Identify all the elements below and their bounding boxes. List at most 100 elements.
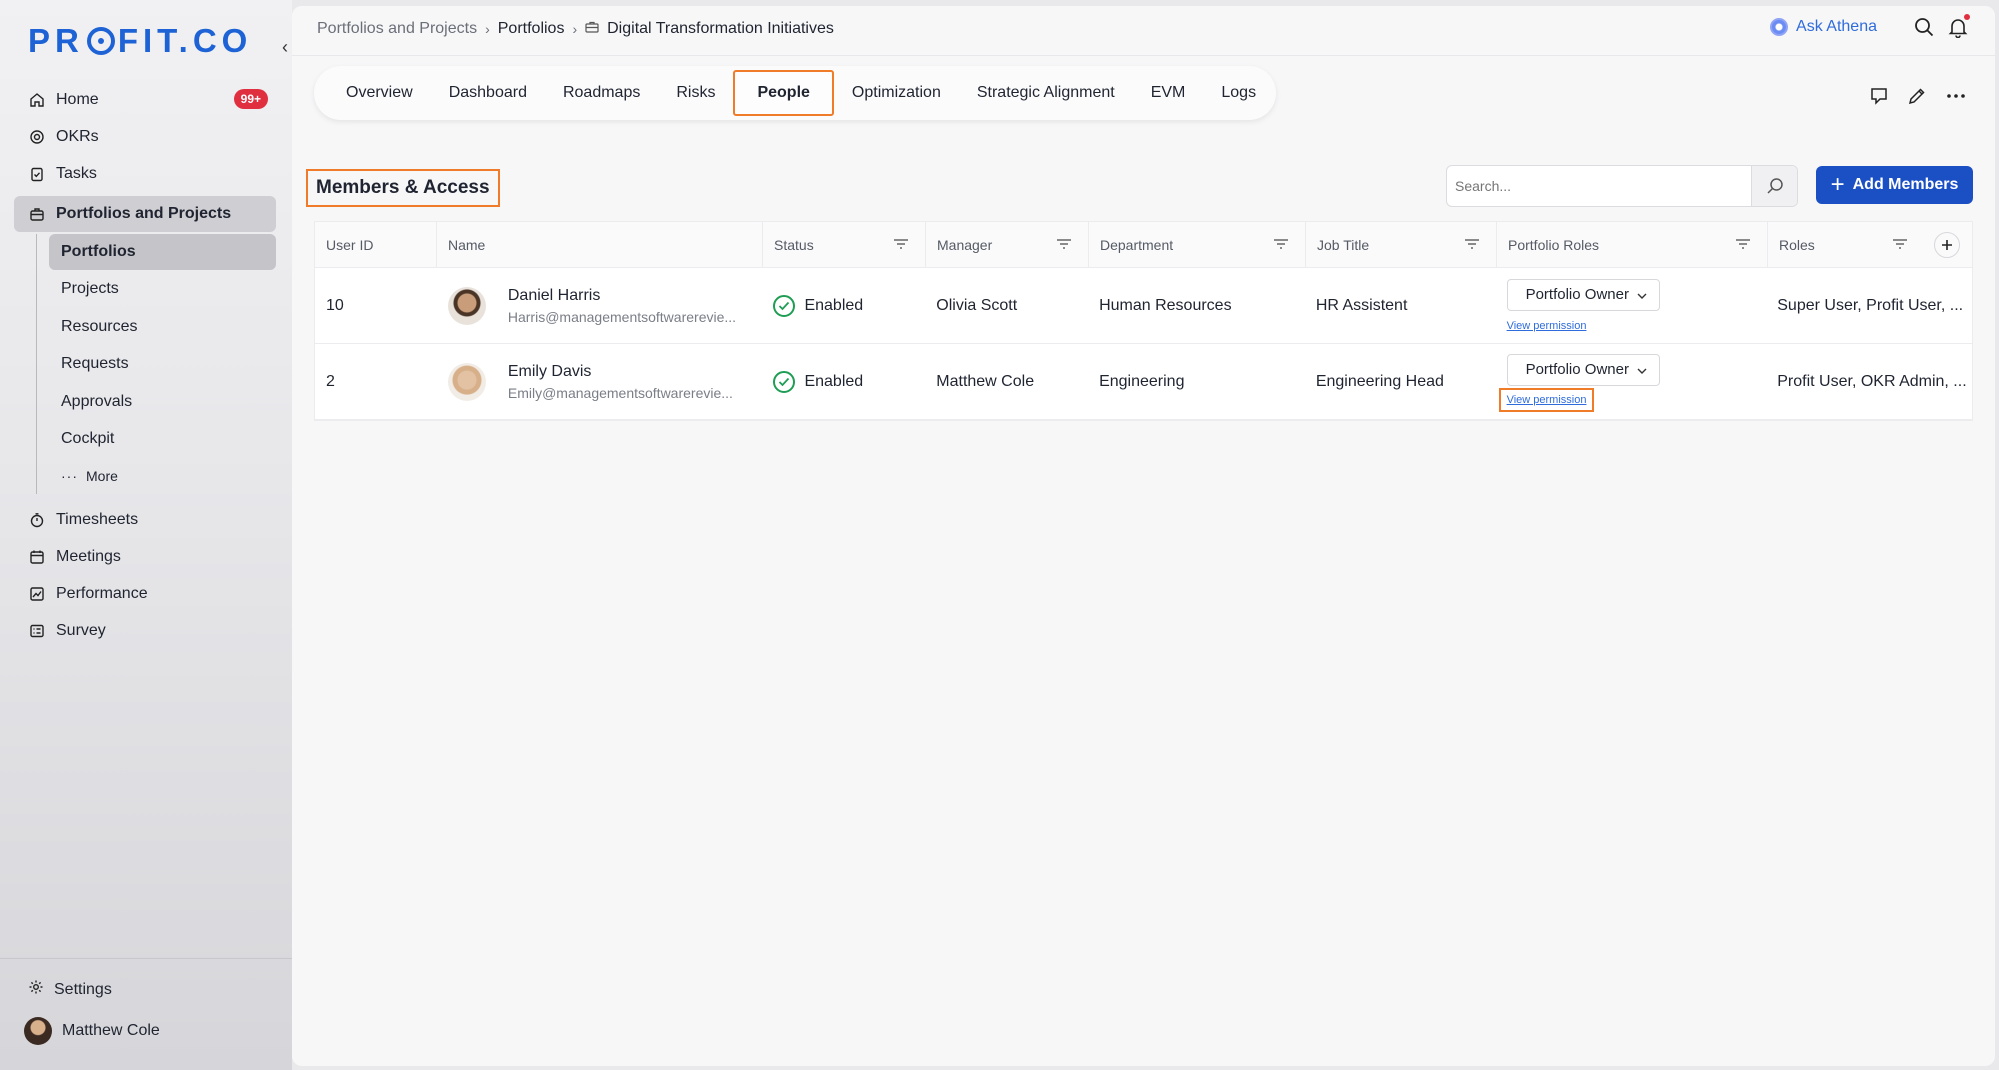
roles-cell: Profit User, OKR Admin, ...: [1777, 372, 1967, 390]
column-header-user-id[interactable]: User ID: [315, 222, 437, 267]
filter-icon[interactable]: [1056, 237, 1072, 253]
search-icon[interactable]: [1913, 16, 1935, 38]
filter-icon[interactable]: [1892, 237, 1908, 253]
sidebar-subitem-portfolios[interactable]: Portfolios: [49, 234, 276, 270]
tab-evm[interactable]: EVM: [1133, 70, 1204, 116]
department-cell: Engineering: [1099, 372, 1185, 390]
column-label: Job Title: [1317, 236, 1370, 253]
members-access-title: Members & Access: [306, 169, 500, 207]
stopwatch-icon: [28, 511, 46, 529]
sidebar-subitem-requests[interactable]: Requests: [49, 346, 276, 382]
user-id-cell: 10: [326, 296, 344, 314]
search-icon: [1766, 178, 1783, 194]
add-members-label: Add Members: [1852, 176, 1959, 193]
tab-actions: [1853, 86, 1967, 108]
sidebar-item-home[interactable]: Home 99+: [14, 82, 276, 118]
profitco-logo[interactable]: PR FIT.CO: [28, 22, 253, 59]
column-header-status[interactable]: Status: [763, 222, 926, 267]
tab-overview[interactable]: Overview: [328, 70, 431, 116]
member-name: Daniel Harris: [507, 286, 601, 304]
notification-dot: [1964, 14, 1970, 20]
breadcrumb-separator-icon: ›: [485, 21, 490, 37]
plus-icon: +: [1830, 171, 1845, 198]
sidebar-item-survey[interactable]: Survey: [14, 613, 276, 649]
member-name: Emily Davis: [507, 362, 592, 380]
members-table: User ID Name Status Manager Department J…: [314, 221, 1973, 421]
status-text: Enabled: [804, 372, 864, 390]
tab-logs[interactable]: Logs: [1203, 70, 1274, 116]
view-permission-link[interactable]: View permission: [1498, 387, 1595, 412]
column-header-manager[interactable]: Manager: [926, 222, 1089, 267]
column-header-portfolio-roles[interactable]: Portfolio Roles: [1497, 222, 1768, 267]
view-permission-link[interactable]: View permission: [1507, 317, 1587, 335]
filter-icon[interactable]: [1464, 237, 1480, 253]
breadcrumb-portfolios[interactable]: Portfolios: [498, 20, 565, 38]
ask-athena-button[interactable]: Ask Athena: [1770, 18, 1877, 36]
roles-cell: Super User, Profit User, ...: [1777, 296, 1964, 314]
tab-dashboard[interactable]: Dashboard: [431, 70, 545, 116]
column-header-department[interactable]: Department: [1089, 222, 1306, 267]
column-header-job-title[interactable]: Job Title: [1306, 222, 1497, 267]
check-circle-icon: [773, 370, 796, 393]
tab-roadmaps[interactable]: Roadmaps: [545, 70, 658, 116]
tab-bar: Overview Dashboard Roadmaps Risks People…: [314, 66, 1276, 120]
column-header-name[interactable]: Name: [437, 222, 763, 267]
table-row[interactable]: 10 Daniel Harris Harris@managementsoftwa…: [315, 268, 1972, 344]
sidebar-subitem-projects[interactable]: Projects: [49, 271, 276, 307]
breadcrumb-portfolios-and-projects[interactable]: Portfolios and Projects: [317, 20, 477, 38]
main-content: Portfolios and Projects › Portfolios › D…: [292, 6, 1995, 1066]
user-name: Matthew Cole: [62, 1022, 160, 1039]
column-header-roles[interactable]: Roles: [1768, 222, 1968, 267]
sidebar-item-label: Survey: [56, 622, 106, 639]
sidebar-subitem-more[interactable]: ··· More: [49, 458, 276, 494]
sidebar-subitem-approvals[interactable]: Approvals: [49, 384, 276, 420]
collapse-sidebar-icon[interactable]: ‹: [282, 37, 288, 58]
tab-people[interactable]: People: [733, 70, 834, 116]
column-label: User ID: [326, 236, 374, 253]
manager-cell: Olivia Scott: [936, 296, 1018, 314]
briefcase-icon: [28, 205, 46, 223]
member-email: Harris@managementsoftwarerevie...: [507, 308, 737, 325]
sidebar-item-label: Portfolios and Projects: [56, 205, 232, 222]
name-cell: Emily Davis Emily@managementsoftwarerevi…: [437, 344, 763, 419]
sidebar-item-performance[interactable]: Performance: [14, 576, 276, 612]
sidebar-item-label: Timesheets: [56, 511, 139, 528]
portfolio-role-dropdown[interactable]: Portfolio Owner: [1506, 353, 1660, 386]
sidebar-item-portfolios-and-projects[interactable]: Portfolios and Projects: [14, 196, 276, 232]
sidebar-subitem-cockpit[interactable]: Cockpit: [49, 421, 276, 457]
sidebar-item-okrs[interactable]: OKRs: [14, 119, 276, 155]
chart-icon: [28, 585, 46, 603]
portfolio-role-dropdown[interactable]: Portfolio Owner: [1506, 278, 1660, 311]
filter-icon[interactable]: [1273, 237, 1289, 253]
logo-text-right: FIT.CO: [117, 22, 253, 59]
tab-optimization[interactable]: Optimization: [834, 70, 959, 116]
sidebar-item-label: Tasks: [56, 165, 97, 182]
search-button[interactable]: [1751, 166, 1797, 206]
filter-icon[interactable]: [893, 237, 909, 253]
sidebar-item-meetings[interactable]: Meetings: [14, 539, 276, 575]
sidebar-item-tasks[interactable]: Tasks: [14, 156, 276, 192]
search-input[interactable]: [1447, 166, 1751, 206]
column-label: Portfolio Roles: [1508, 236, 1600, 253]
filter-icon[interactable]: [1735, 237, 1751, 253]
pencil-icon[interactable]: [1907, 86, 1929, 108]
portfolio-case-icon: [585, 20, 599, 38]
current-user[interactable]: Matthew Cole: [24, 1017, 160, 1045]
tab-risks[interactable]: Risks: [658, 70, 733, 116]
sidebar: PR FIT.CO ‹ Home 99+ OKRs Tasks Portfoli…: [0, 0, 292, 1070]
sidebar-subitem-resources[interactable]: Resources: [49, 309, 276, 345]
comment-icon[interactable]: [1869, 86, 1891, 108]
sidebar-item-timesheets[interactable]: Timesheets: [14, 502, 276, 538]
add-column-icon[interactable]: [1934, 232, 1960, 258]
tab-strategic-alignment[interactable]: Strategic Alignment: [959, 70, 1133, 116]
home-icon: [28, 91, 46, 109]
bell-icon[interactable]: [1947, 14, 1970, 39]
add-members-button[interactable]: + Add Members: [1816, 166, 1973, 204]
top-actions: Ask Athena: [1770, 14, 1970, 39]
member-search: [1446, 165, 1798, 207]
more-options-icon[interactable]: [1945, 86, 1967, 108]
table-row[interactable]: 2 Emily Davis Emily@managementsoftwarere…: [315, 344, 1972, 420]
sidebar-item-settings[interactable]: Settings: [28, 979, 112, 1000]
avatar: [447, 286, 486, 325]
sidebar-item-label: OKRs: [56, 128, 99, 145]
